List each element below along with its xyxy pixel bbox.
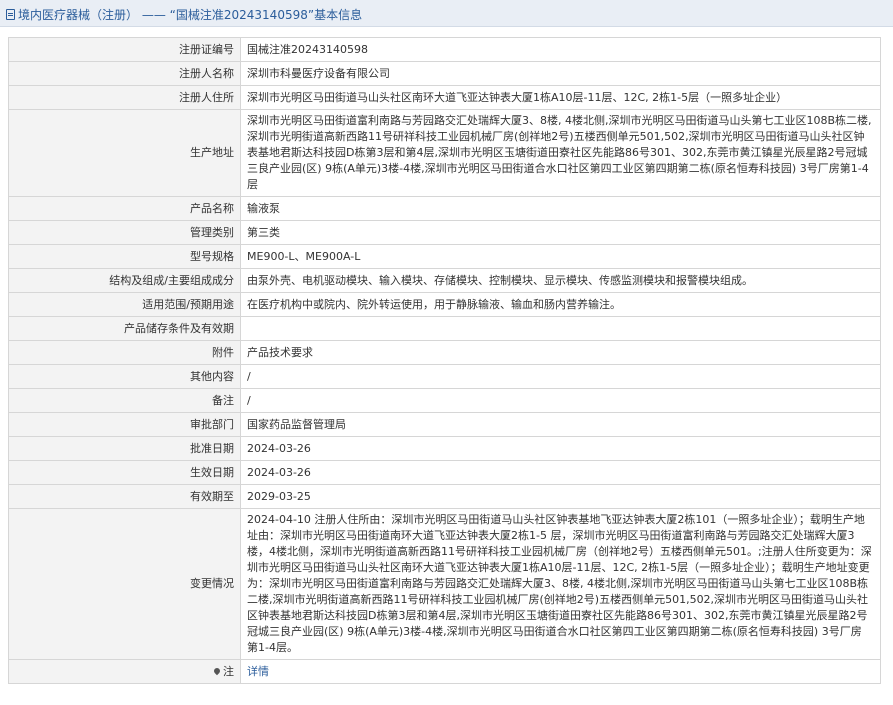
table-row: 有效期至 2029-03-25 (8, 484, 881, 509)
field-label: 有效期至 (8, 484, 241, 509)
breadcrumb-record-title: “国械注准20243140598”基本信息 (169, 8, 363, 22)
field-value: 由泵外壳、电机驱动模块、输入模块、存储模块、控制模块、显示模块、传感监测模块和报… (240, 268, 881, 293)
breadcrumb-separator: —— (138, 8, 170, 22)
field-value: 国家药品监督管理局 (240, 412, 881, 437)
field-value: 深圳市光明区马田街道富利南路与芳园路交汇处瑞辉大厦3、8楼, 4楼北侧,深圳市光… (240, 109, 881, 197)
table-row: 审批部门 国家药品监督管理局 (8, 412, 881, 437)
detail-table: 注册证编号 国械注准20243140598 注册人名称 深圳市科曼医疗设备有限公司 注册… (8, 37, 881, 684)
field-value: 产品技术要求 (240, 340, 881, 365)
table-row: 变更情况 2024-04-10 注册人住所由：深圳市光明区马田街道马山头社区钟表基… (8, 508, 881, 660)
field-value: ME900-L、ME900A-L (240, 244, 881, 269)
field-label: 生产地址 (8, 109, 241, 197)
note-row: 注 详情 (8, 659, 881, 684)
field-label: 适用范围/预期用途 (8, 292, 241, 317)
pin-icon (212, 666, 222, 675)
table-row: 产品名称 输液泵 (8, 196, 881, 221)
field-label: 产品储存条件及有效期 (8, 316, 241, 341)
field-value: 2024-03-26 (240, 436, 881, 461)
field-label: 其他内容 (8, 364, 241, 389)
field-label: 注册证编号 (8, 37, 241, 62)
field-label: 备注 (8, 388, 241, 413)
field-label: 生效日期 (8, 460, 241, 485)
table-row: 管理类别 第三类 (8, 220, 881, 245)
field-value: 2024-03-26 (240, 460, 881, 485)
table-row: 其他内容 / (8, 364, 881, 389)
table-row: 备注 / (8, 388, 881, 413)
field-label: 注册人名称 (8, 61, 241, 86)
table-row: 批准日期 2024-03-26 (8, 436, 881, 461)
table-row: 生效日期 2024-03-26 (8, 460, 881, 485)
field-value: 深圳市光明区马田街道马山头社区南环大道飞亚达钟表大厦1栋A10层-11层、12C… (240, 85, 881, 110)
table-row: 附件 产品技术要求 (8, 340, 881, 365)
breadcrumb-section-link[interactable]: 境内医疗器械（注册） (18, 8, 138, 22)
field-label: 附件 (8, 340, 241, 365)
table-row: 结构及组成/主要组成成分 由泵外壳、电机驱动模块、输入模块、存储模块、控制模块、显… (8, 268, 881, 293)
breadcrumb-bar: 境内医疗器械（注册） —— “国械注准20243140598”基本信息 (0, 0, 893, 27)
document-icon (6, 9, 15, 20)
field-value: 输液泵 (240, 196, 881, 221)
breadcrumb: 境内医疗器械（注册） —— “国械注准20243140598”基本信息 (6, 6, 362, 23)
table-row: 注册人住所 深圳市光明区马田街道马山头社区南环大道飞亚达钟表大厦1栋A10层-11… (8, 85, 881, 110)
field-label: 产品名称 (8, 196, 241, 221)
note-label: 注 (223, 664, 234, 678)
field-label: 管理类别 (8, 220, 241, 245)
table-row: 注册证编号 国械注准20243140598 (8, 37, 881, 62)
note-value-cell: 详情 (240, 659, 881, 684)
field-label: 批准日期 (8, 436, 241, 461)
table-row: 型号规格 ME900-L、ME900A-L (8, 244, 881, 269)
field-value: 深圳市科曼医疗设备有限公司 (240, 61, 881, 86)
field-value (240, 316, 881, 341)
field-label: 变更情况 (8, 508, 241, 660)
table-row: 产品储存条件及有效期 (8, 316, 881, 341)
details-link[interactable]: 详情 (247, 665, 269, 678)
field-label: 结构及组成/主要组成成分 (8, 268, 241, 293)
field-value: / (240, 364, 881, 389)
table-row: 注册人名称 深圳市科曼医疗设备有限公司 (8, 61, 881, 86)
field-label: 审批部门 (8, 412, 241, 437)
field-value: 第三类 (240, 220, 881, 245)
field-value: 国械注准20243140598 (240, 37, 881, 62)
field-label: 型号规格 (8, 244, 241, 269)
note-label-cell: 注 (8, 659, 241, 684)
table-row: 生产地址 深圳市光明区马田街道富利南路与芳园路交汇处瑞辉大厦3、8楼, 4楼北侧,… (8, 109, 881, 197)
field-value: 2024-04-10 注册人住所由：深圳市光明区马田街道马山头社区钟表基地飞亚达… (240, 508, 881, 660)
table-row: 适用范围/预期用途 在医疗机构中或院内、院外转运使用，用于静脉输液、输血和肠内营养… (8, 292, 881, 317)
field-value: 在医疗机构中或院内、院外转运使用，用于静脉输液、输血和肠内营养输注。 (240, 292, 881, 317)
field-value: / (240, 388, 881, 413)
field-value: 2029-03-25 (240, 484, 881, 509)
field-label: 注册人住所 (8, 85, 241, 110)
